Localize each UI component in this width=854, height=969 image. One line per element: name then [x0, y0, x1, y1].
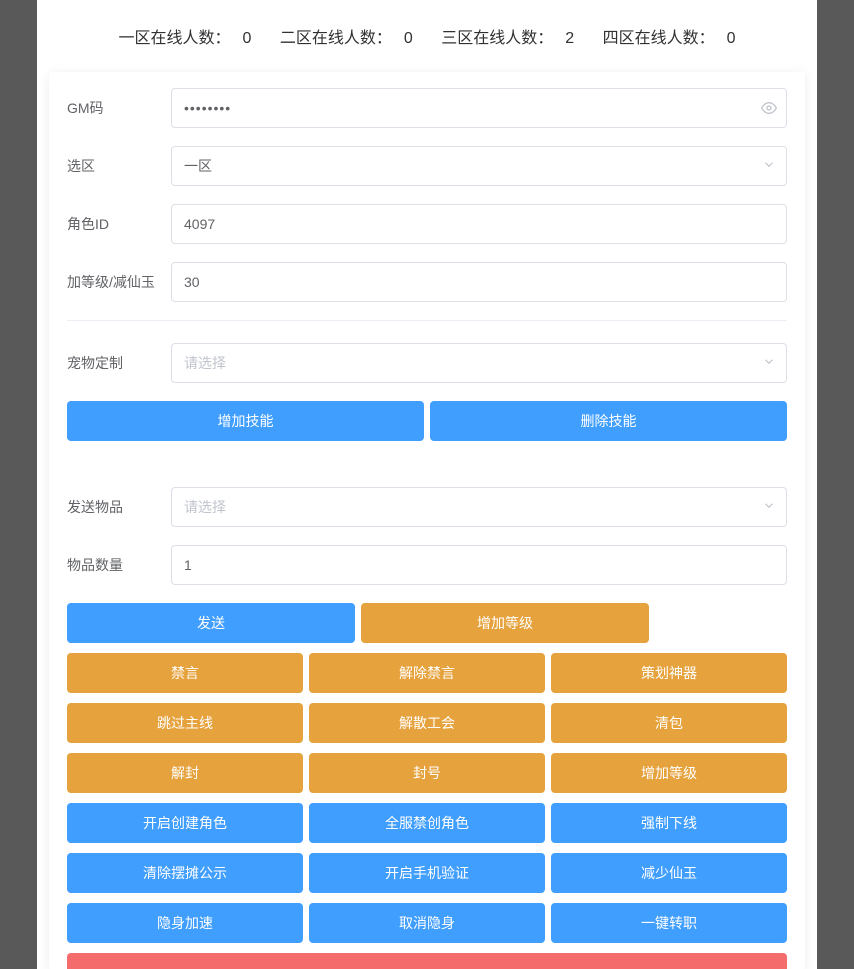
- clear-stall-button[interactable]: 清除摆摊公示: [67, 853, 303, 893]
- chevron-down-icon: [762, 499, 776, 516]
- level-input[interactable]: [171, 262, 787, 302]
- zone-select-value: 一区: [184, 156, 212, 176]
- unban-button[interactable]: 解封: [67, 753, 303, 793]
- enable-create-button[interactable]: 开启创建角色: [67, 803, 303, 843]
- clear-bag-button[interactable]: 清包: [551, 703, 787, 743]
- zone3-stat: 三区在线人数：2: [435, 30, 580, 47]
- skip-main-button[interactable]: 跳过主线: [67, 703, 303, 743]
- delete-skill-button[interactable]: 删除技能: [430, 401, 787, 441]
- add-level-button-b[interactable]: 增加等级: [551, 753, 787, 793]
- zone2-stat: 二区在线人数：0: [274, 30, 419, 47]
- pet-label: 宠物定制: [67, 353, 171, 373]
- danger-button-partial[interactable]: [67, 953, 787, 969]
- zone1-stat: 一区在线人数：0: [112, 30, 257, 47]
- stealth-speed-button[interactable]: 隐身加速: [67, 903, 303, 943]
- plan-weapon-button[interactable]: 策划神器: [551, 653, 787, 693]
- item-qty-label: 物品数量: [67, 555, 171, 575]
- reduce-xianyu-button[interactable]: 减少仙玉: [551, 853, 787, 893]
- gm-form-panel: GM码 选区 一区 角色ID: [49, 72, 805, 969]
- send-button[interactable]: 发送: [67, 603, 355, 643]
- add-skill-button[interactable]: 增加技能: [67, 401, 424, 441]
- online-stats-bar: 一区在线人数：0 二区在线人数：0 三区在线人数：2 四区在线人数：0: [37, 0, 817, 66]
- pet-select[interactable]: 请选择: [171, 343, 787, 383]
- add-level-button-a[interactable]: 增加等级: [361, 603, 649, 643]
- send-item-select[interactable]: 请选择: [171, 487, 787, 527]
- eye-icon[interactable]: [761, 100, 777, 116]
- role-id-label: 角色ID: [67, 214, 171, 234]
- onekey-transfer-button[interactable]: 一键转职: [551, 903, 787, 943]
- send-item-placeholder: 请选择: [184, 497, 226, 517]
- ban-button[interactable]: 封号: [309, 753, 545, 793]
- dismiss-guild-button[interactable]: 解散工会: [309, 703, 545, 743]
- gm-code-input[interactable]: [171, 88, 787, 128]
- mute-button[interactable]: 禁言: [67, 653, 303, 693]
- zone-select[interactable]: 一区: [171, 146, 787, 186]
- level-label: 加等级/减仙玉: [67, 272, 171, 292]
- chevron-down-icon: [762, 158, 776, 175]
- zone-label: 选区: [67, 156, 171, 176]
- force-offline-button[interactable]: 强制下线: [551, 803, 787, 843]
- cancel-stealth-button[interactable]: 取消隐身: [309, 903, 545, 943]
- chevron-down-icon: [762, 355, 776, 372]
- item-qty-input[interactable]: [171, 545, 787, 585]
- zone4-stat: 四区在线人数：0: [597, 30, 742, 47]
- pet-select-placeholder: 请选择: [184, 353, 226, 373]
- unmute-button[interactable]: 解除禁言: [309, 653, 545, 693]
- disable-create-button[interactable]: 全服禁创角色: [309, 803, 545, 843]
- gm-code-label: GM码: [67, 98, 171, 118]
- enable-phone-button[interactable]: 开启手机验证: [309, 853, 545, 893]
- send-item-label: 发送物品: [67, 497, 171, 517]
- role-id-input[interactable]: [171, 204, 787, 244]
- divider: [67, 320, 787, 321]
